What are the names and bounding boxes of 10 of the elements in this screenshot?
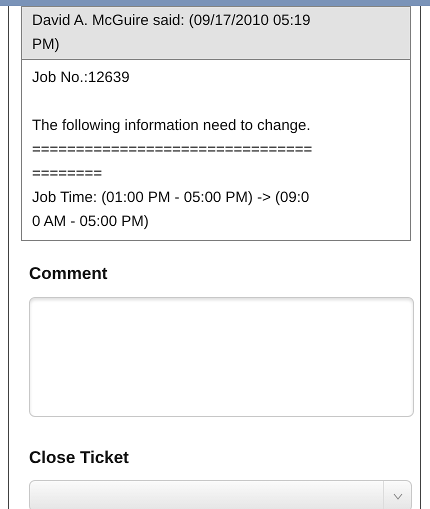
message-line: The following information need to change. (32, 116, 312, 136)
comment-field[interactable] (29, 296, 414, 416)
close-ticket-select[interactable] (29, 480, 412, 509)
comment-label: Comment (29, 263, 108, 285)
close-ticket-label: Close Ticket (29, 446, 130, 468)
message-line: Job Time: (01:00 PM - 05:00 PM) -> (09:00 AM - 05:00 PM) (32, 188, 310, 232)
message-line: ======================================== (32, 140, 314, 184)
chevron-down-icon (392, 492, 402, 500)
message-line: Job No.:12639 (32, 68, 131, 88)
message-header: David A. McGuire said: (09/17/2010 05:19 PM) (22, 7, 410, 60)
